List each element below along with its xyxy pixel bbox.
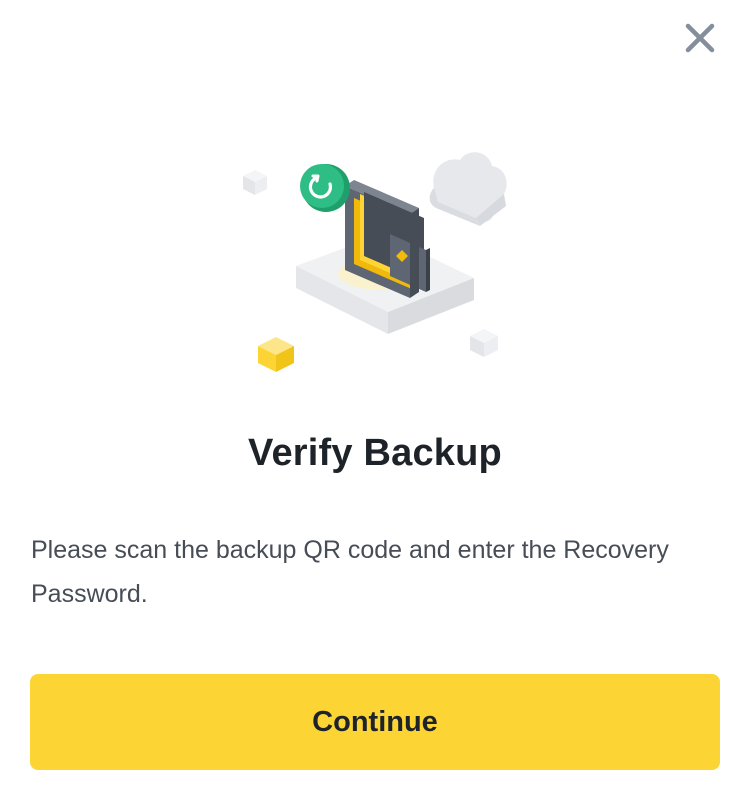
cloud-icon	[429, 152, 507, 226]
grey-cube-icon	[470, 329, 498, 357]
refresh-badge-icon	[300, 164, 350, 212]
yellow-cube-icon	[258, 337, 294, 372]
grey-cube-icon	[243, 170, 267, 195]
dialog-description: Please scan the backup QR code and enter…	[31, 536, 669, 608]
wallet-backup-illustration	[243, 152, 507, 372]
dialog-title: Verify Backup	[248, 432, 502, 474]
close-button[interactable]	[680, 18, 720, 58]
verify-backup-dialog: Verify Backup Please scan the backup QR …	[0, 0, 750, 809]
close-icon[interactable]	[684, 22, 716, 54]
continue-button[interactable]: Continue	[30, 674, 720, 770]
